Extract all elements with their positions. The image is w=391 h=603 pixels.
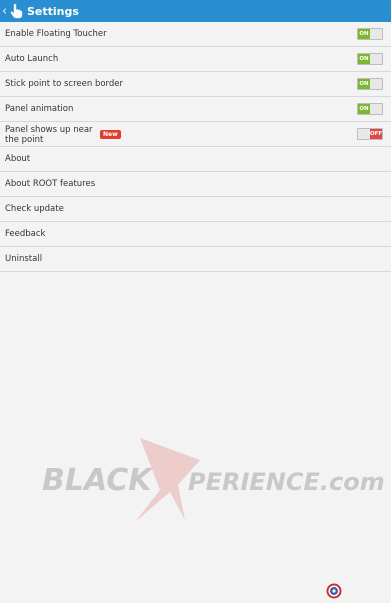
menu-item-about[interactable]: About <box>0 147 391 172</box>
toggle-switch[interactable]: ON <box>357 103 383 115</box>
toggle-state: ON <box>358 79 370 89</box>
menu-item-about-root[interactable]: About ROOT features <box>0 172 391 197</box>
watermark-text-perience: PERIENCE.com <box>188 468 385 496</box>
new-badge: New <box>100 130 121 139</box>
menu-item-check-update[interactable]: Check update <box>0 197 391 222</box>
menu-item-label: Uninstall <box>5 254 43 264</box>
setting-label: Stick point to screen border <box>5 79 124 89</box>
toggle-switch[interactable]: ON <box>357 53 383 65</box>
toggle-switch[interactable]: ON <box>357 28 383 40</box>
setting-label: Panel shows up near the point <box>5 125 93 145</box>
setting-panel-animation[interactable]: Panel animation ON <box>0 97 391 122</box>
setting-label: Enable Floating Toucher <box>5 29 107 39</box>
setting-label: Panel animation <box>5 104 74 114</box>
setting-enable-floating-toucher[interactable]: Enable Floating Toucher ON <box>0 22 391 47</box>
floating-toucher-icon[interactable] <box>326 583 342 599</box>
back-chevron-icon[interactable]: ‹ <box>2 5 8 18</box>
action-bar: ‹ Settings <box>0 0 391 22</box>
page-title: Settings <box>27 4 79 18</box>
watermark-logo: BLACK PERIENCE.com <box>0 430 391 530</box>
menu-item-uninstall[interactable]: Uninstall <box>0 247 391 272</box>
hand-pointer-icon[interactable] <box>9 3 23 19</box>
setting-stick-point[interactable]: Stick point to screen border ON <box>0 72 391 97</box>
setting-panel-near-point[interactable]: Panel shows up near the point New OFF <box>0 122 391 147</box>
menu-item-label: About <box>5 154 31 164</box>
setting-auto-launch[interactable]: Auto Launch ON <box>0 47 391 72</box>
toggle-state: ON <box>358 104 370 114</box>
settings-list: Enable Floating Toucher ON Auto Launch O… <box>0 22 391 272</box>
menu-item-feedback[interactable]: Feedback <box>0 222 391 247</box>
watermark-text-black: BLACK <box>42 463 154 498</box>
toggle-state: ON <box>358 54 370 64</box>
menu-item-label: Feedback <box>5 229 46 239</box>
toggle-switch[interactable]: OFF <box>357 128 383 140</box>
toggle-state: ON <box>358 29 370 39</box>
setting-label: Auto Launch <box>5 54 59 64</box>
menu-item-label: About ROOT features <box>5 179 96 189</box>
menu-item-label: Check update <box>5 204 64 214</box>
toggle-state: OFF <box>370 129 383 139</box>
toggle-switch[interactable]: ON <box>357 78 383 90</box>
